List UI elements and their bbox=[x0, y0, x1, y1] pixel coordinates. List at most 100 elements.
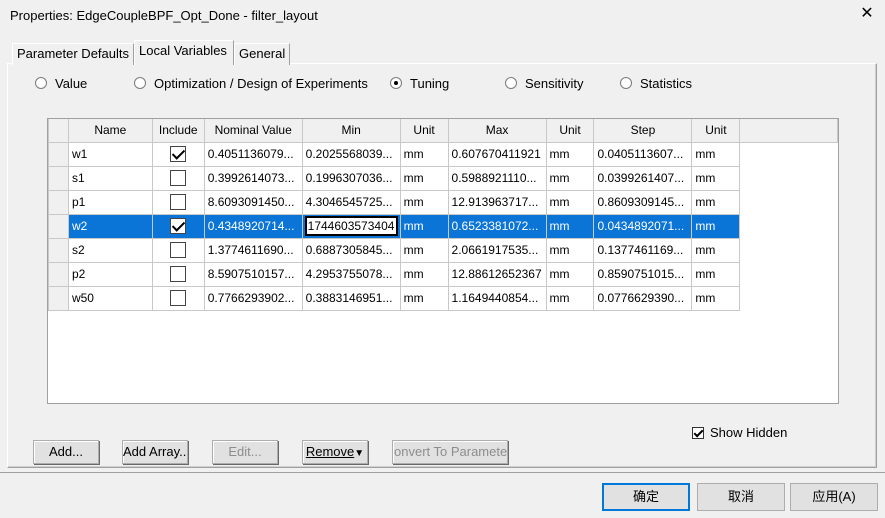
cell-include[interactable] bbox=[151, 189, 205, 215]
row-header[interactable] bbox=[48, 189, 69, 215]
checkbox-unchecked-icon[interactable] bbox=[170, 170, 187, 186]
close-icon[interactable]: ✕ bbox=[858, 4, 876, 24]
cell-max[interactable]: 1.1649440854... bbox=[447, 285, 547, 311]
cell-step-unit[interactable]: mm bbox=[691, 261, 741, 287]
col-header-include[interactable]: Include bbox=[151, 119, 205, 143]
add-array-button[interactable]: Add Array... bbox=[122, 440, 188, 464]
col-header-min-unit[interactable]: Unit bbox=[399, 119, 449, 143]
row-header[interactable] bbox=[48, 141, 69, 167]
tab-parameter-defaults[interactable]: Parameter Defaults bbox=[12, 43, 134, 65]
cell-step[interactable]: 0.8590751015... bbox=[593, 261, 693, 287]
cell-max[interactable]: 2.0661917535... bbox=[447, 237, 547, 263]
cell-min-unit[interactable]: mm bbox=[399, 261, 449, 287]
col-header-name[interactable]: Name bbox=[67, 119, 153, 143]
cell-step-unit[interactable]: mm bbox=[691, 141, 741, 167]
checkbox-checked-icon[interactable] bbox=[170, 146, 187, 162]
cell-nominal[interactable]: 0.4051136079... bbox=[203, 141, 303, 167]
table-row[interactable]: w50 0.7766293902... 0.3883146951... mm 1.164… bbox=[48, 285, 838, 311]
cell-name[interactable]: p1 bbox=[67, 189, 153, 215]
cell-step[interactable]: 0.0399261407... bbox=[593, 165, 693, 191]
edit-button[interactable]: Edit... bbox=[212, 440, 278, 464]
cell-min[interactable]: 0.6887305845... bbox=[301, 237, 401, 263]
cell-nominal[interactable]: 8.5907510157... bbox=[203, 261, 303, 287]
tab-general[interactable]: General bbox=[234, 43, 290, 65]
cell-name[interactable]: w50 bbox=[67, 285, 153, 311]
table-row[interactable]: w2 0.4348920714... 1744603573404 mm 0.652338… bbox=[48, 213, 838, 239]
checkbox-unchecked-icon[interactable] bbox=[170, 194, 187, 210]
cell-step-unit[interactable]: mm bbox=[691, 165, 741, 191]
checkbox-unchecked-icon[interactable] bbox=[170, 242, 187, 258]
cell-step-unit[interactable]: mm bbox=[691, 237, 741, 263]
radio-statistics[interactable]: Statistics bbox=[620, 75, 692, 91]
cell-min-editor[interactable]: 1744603573404 bbox=[304, 216, 398, 236]
cell-max[interactable]: 0.607670411921 bbox=[447, 141, 547, 167]
cell-name[interactable]: s1 bbox=[67, 165, 153, 191]
cell-min[interactable]: 0.2025568039... bbox=[301, 141, 401, 167]
row-header[interactable] bbox=[48, 165, 69, 191]
row-header[interactable] bbox=[48, 237, 69, 263]
cell-min-unit[interactable]: mm bbox=[399, 165, 449, 191]
cell-max-unit[interactable]: mm bbox=[545, 237, 595, 263]
radio-sensitivity[interactable]: Sensitivity bbox=[505, 75, 584, 91]
cell-max-unit[interactable]: mm bbox=[545, 285, 595, 311]
cell-include[interactable] bbox=[151, 213, 205, 239]
row-header[interactable] bbox=[48, 213, 69, 239]
radio-optimization[interactable]: Optimization / Design of Experiments bbox=[134, 75, 368, 91]
tab-local-variables[interactable]: Local Variables bbox=[134, 40, 234, 65]
cell-max-unit[interactable]: mm bbox=[545, 141, 595, 167]
cell-nominal[interactable]: 8.6093091450... bbox=[203, 189, 303, 215]
cell-max[interactable]: 0.5988921110... bbox=[447, 165, 547, 191]
convert-to-parameter-button[interactable]: onvert To Paramete bbox=[392, 440, 508, 464]
cell-max-unit[interactable]: mm bbox=[545, 213, 595, 239]
cell-name[interactable]: w2 bbox=[67, 213, 153, 239]
cell-min-unit[interactable]: mm bbox=[399, 189, 449, 215]
cell-include[interactable] bbox=[151, 237, 205, 263]
checkbox-checked-icon[interactable] bbox=[170, 218, 187, 234]
cell-step[interactable]: 0.0434892071... bbox=[593, 213, 693, 239]
col-header-nominal[interactable]: Nominal Value bbox=[203, 119, 303, 143]
table-row[interactable]: s1 0.3992614073... 0.1996307036... mm 0.5988… bbox=[48, 165, 838, 191]
cell-max[interactable]: 12.88612652367 bbox=[447, 261, 547, 287]
cell-nominal[interactable]: 1.3774611690... bbox=[203, 237, 303, 263]
cell-min-unit[interactable]: mm bbox=[399, 213, 449, 239]
apply-button[interactable]: 应用(A) bbox=[790, 483, 878, 511]
cell-name[interactable]: s2 bbox=[67, 237, 153, 263]
cell-step[interactable]: 0.0405113607... bbox=[593, 141, 693, 167]
ok-button[interactable]: 确定 bbox=[602, 483, 690, 511]
col-header-step[interactable]: Step bbox=[593, 119, 693, 143]
cell-step-unit[interactable]: mm bbox=[691, 285, 741, 311]
cell-nominal[interactable]: 0.4348920714... bbox=[203, 213, 303, 239]
col-header-min[interactable]: Min bbox=[301, 119, 401, 143]
add-button[interactable]: Add... bbox=[33, 440, 99, 464]
radio-tuning[interactable]: Tuning bbox=[390, 75, 449, 91]
cell-name[interactable]: p2 bbox=[67, 261, 153, 287]
cell-nominal[interactable]: 0.7766293902... bbox=[203, 285, 303, 311]
cell-min[interactable]: 4.3046545725... bbox=[301, 189, 401, 215]
cell-min[interactable]: 4.2953755078... bbox=[301, 261, 401, 287]
cell-max-unit[interactable]: mm bbox=[545, 189, 595, 215]
cell-step-unit[interactable]: mm bbox=[691, 189, 741, 215]
cell-include[interactable] bbox=[151, 141, 205, 167]
checkbox-unchecked-icon[interactable] bbox=[170, 266, 187, 282]
cell-include[interactable] bbox=[151, 261, 205, 287]
table-row[interactable]: p2 8.5907510157... 4.2953755078... mm 12.886… bbox=[48, 261, 838, 287]
remove-button[interactable]: Remove▼ bbox=[302, 440, 368, 464]
row-header[interactable] bbox=[48, 285, 69, 311]
cell-max-unit[interactable]: mm bbox=[545, 165, 595, 191]
cell-max[interactable]: 0.6523381072... bbox=[447, 213, 547, 239]
cell-step[interactable]: 0.8609309145... bbox=[593, 189, 693, 215]
cell-step[interactable]: 0.0776629390... bbox=[593, 285, 693, 311]
cell-step[interactable]: 0.1377461169... bbox=[593, 237, 693, 263]
cell-include[interactable] bbox=[151, 165, 205, 191]
cell-min-unit[interactable]: mm bbox=[399, 237, 449, 263]
cell-min[interactable]: 0.3883146951... bbox=[301, 285, 401, 311]
cancel-button[interactable]: 取消 bbox=[697, 483, 785, 511]
col-header-step-unit[interactable]: Unit bbox=[691, 119, 741, 143]
cell-min[interactable]: 0.1996307036... bbox=[301, 165, 401, 191]
col-header-max[interactable]: Max bbox=[447, 119, 547, 143]
cell-max[interactable]: 12.913963717... bbox=[447, 189, 547, 215]
show-hidden-checkbox[interactable]: Show Hidden bbox=[692, 425, 787, 440]
cell-include[interactable] bbox=[151, 285, 205, 311]
cell-nominal[interactable]: 0.3992614073... bbox=[203, 165, 303, 191]
table-row[interactable]: p1 8.6093091450... 4.3046545725... mm 12.913… bbox=[48, 189, 838, 215]
